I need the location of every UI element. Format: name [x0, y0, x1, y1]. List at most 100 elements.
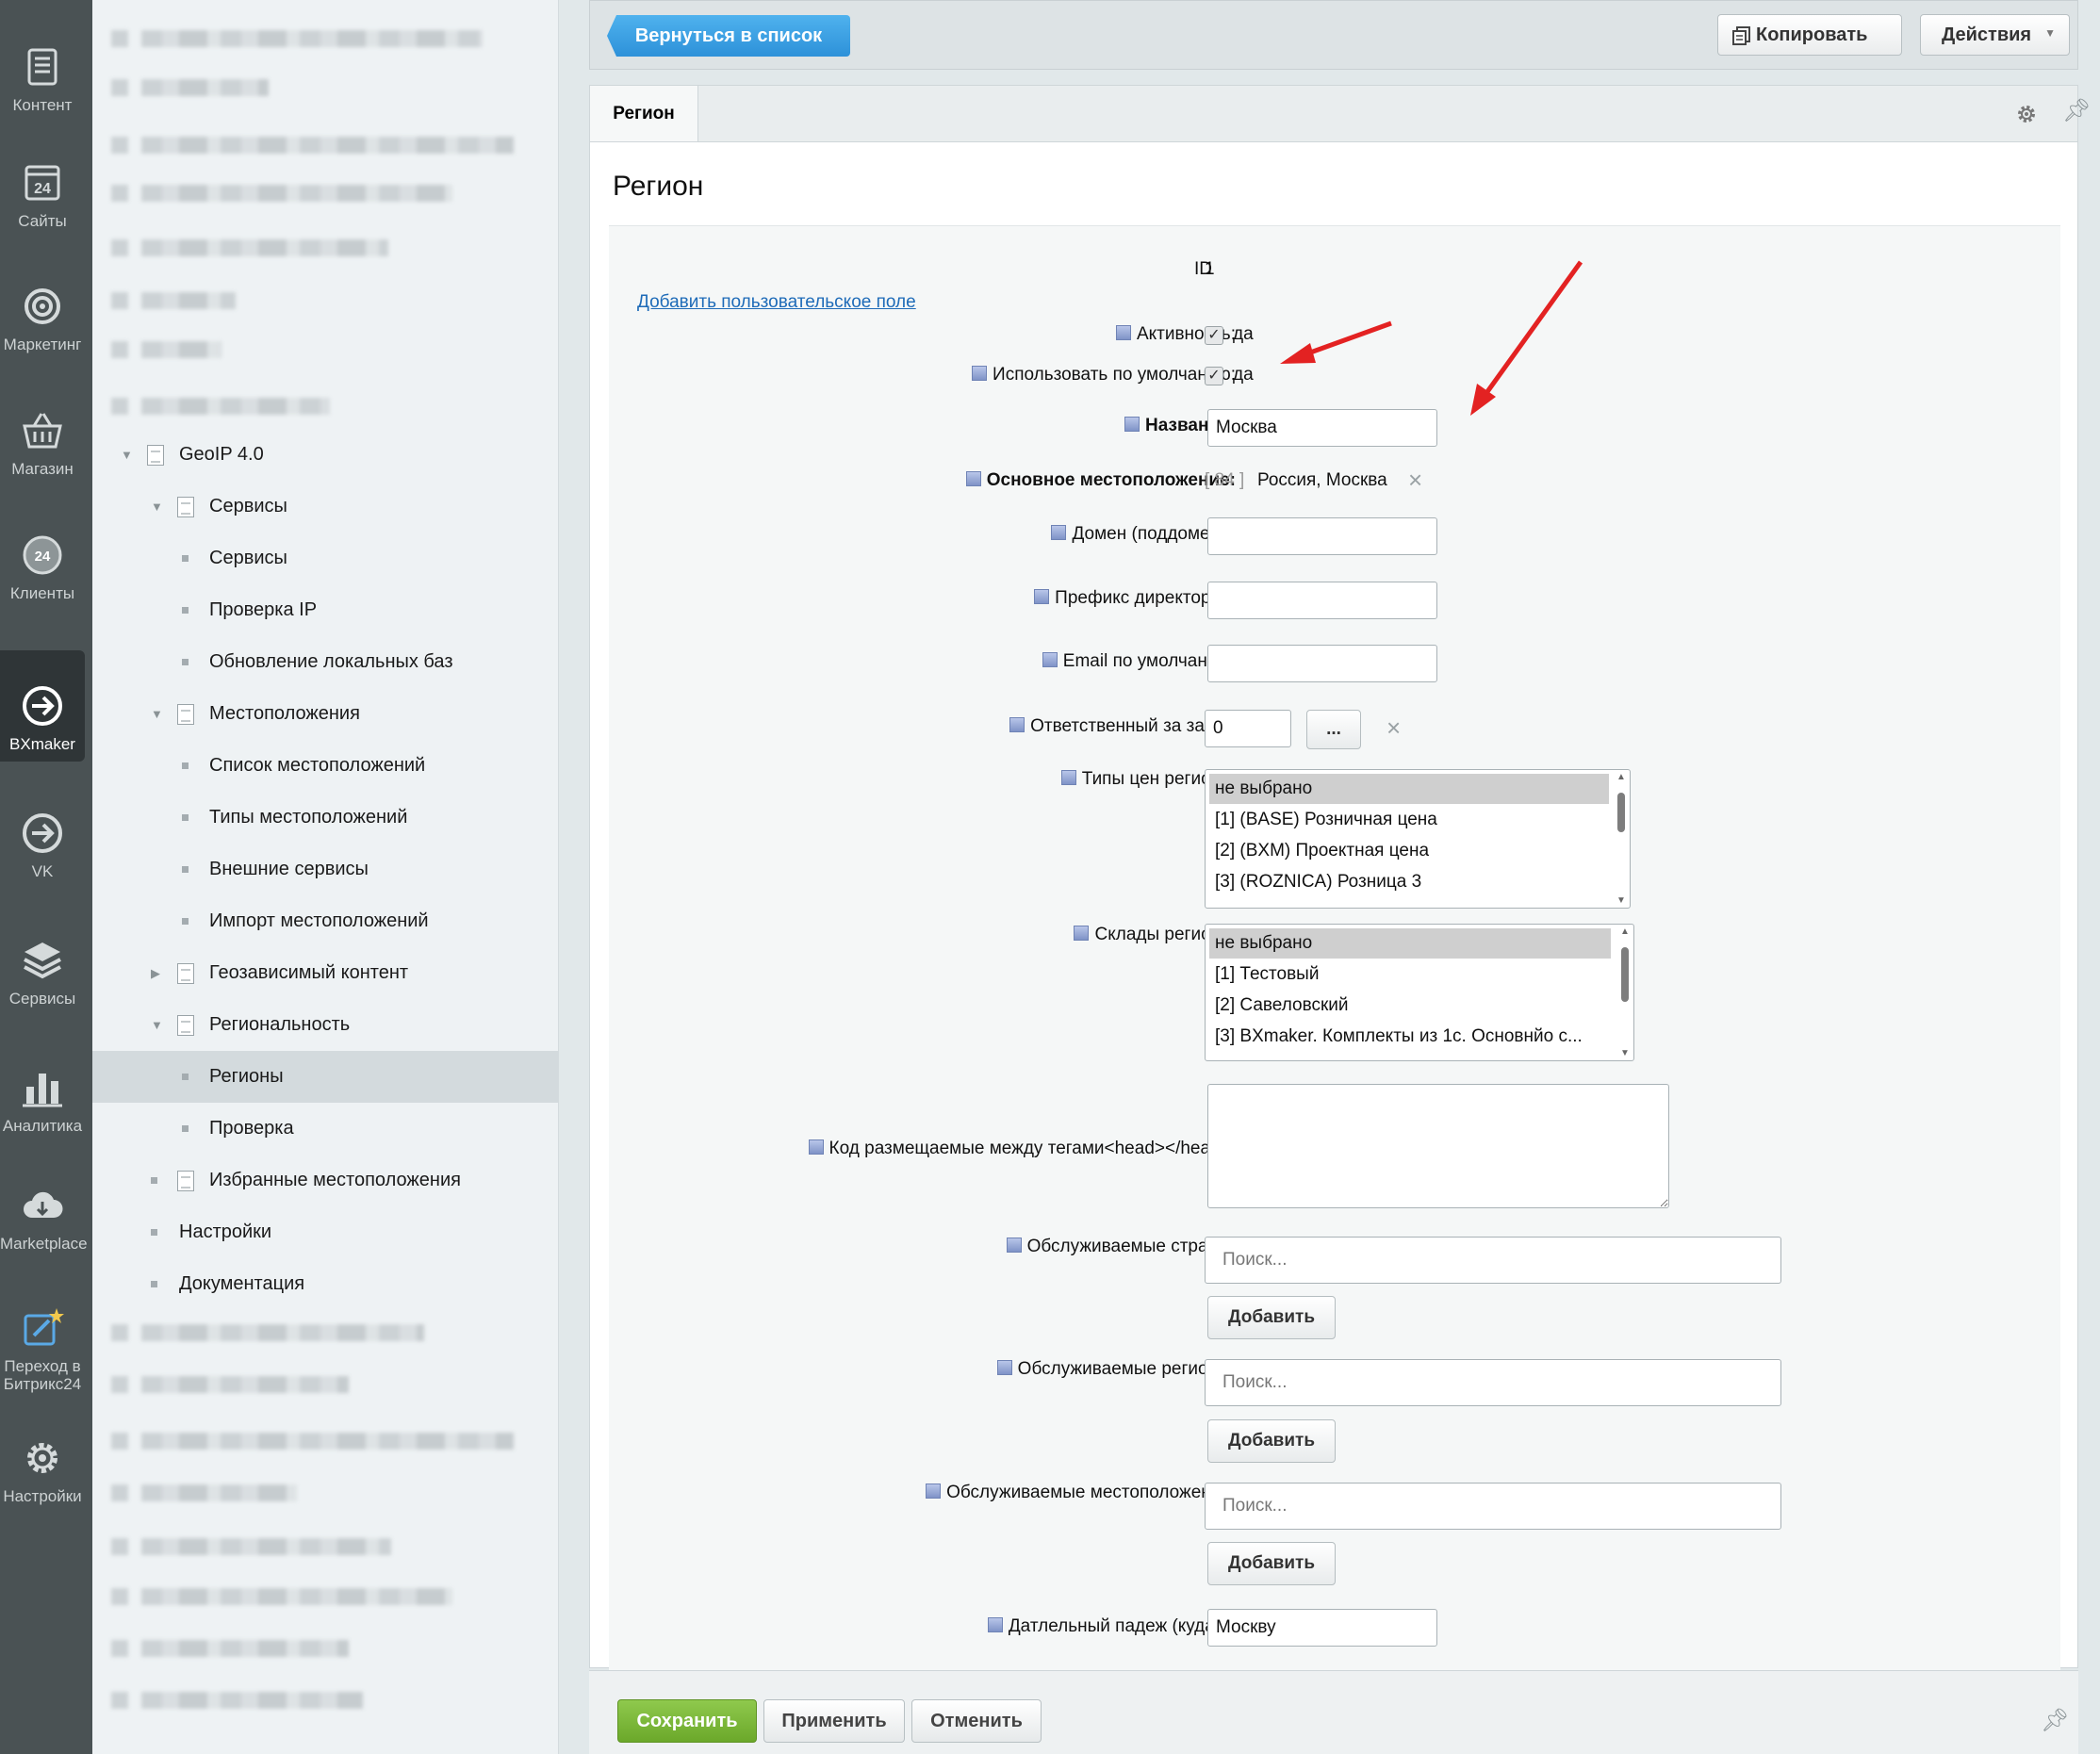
- responsible-input[interactable]: [1205, 710, 1291, 747]
- help-icon[interactable]: [965, 471, 981, 486]
- rail-item-clients[interactable]: 24 Клиенты: [0, 500, 85, 603]
- email-input[interactable]: [1207, 645, 1437, 682]
- rail-item-bitrix24[interactable]: Переход в Битрикс24: [0, 1272, 85, 1395]
- rail-item-vk[interactable]: VK: [0, 778, 85, 881]
- locations-search-input[interactable]: [1205, 1483, 1781, 1530]
- add-user-field-link[interactable]: Добавить пользовательское поле: [637, 292, 916, 313]
- pin-icon[interactable]: 📌︎: [2062, 97, 2091, 124]
- dative-input[interactable]: [1207, 1609, 1437, 1647]
- add-location-button[interactable]: Добавить: [1207, 1542, 1336, 1585]
- select-option[interactable]: [1] (BASE) Розничная цена: [1209, 805, 1437, 835]
- tree-item-regionality[interactable]: ▼ Региональность: [92, 999, 558, 1051]
- tree-item-regions[interactable]: Регионы: [92, 1051, 558, 1103]
- tree-item-favorite-locations[interactable]: Избранные местоположения: [92, 1155, 558, 1206]
- rail-item-sites[interactable]: 24 Сайты: [0, 127, 85, 231]
- help-icon[interactable]: [987, 1617, 1003, 1632]
- rail-item-shop[interactable]: Магазин: [0, 375, 85, 479]
- rail-item-marketplace[interactable]: Marketplace: [0, 1150, 88, 1254]
- select-option[interactable]: не выбрано: [1209, 928, 1611, 959]
- regions-search-input[interactable]: [1205, 1359, 1781, 1406]
- scrollbar[interactable]: ▲ ▼: [1615, 772, 1628, 906]
- rail-item-marketing[interactable]: Маркетинг: [0, 251, 85, 354]
- tab-region[interactable]: Регион: [590, 86, 698, 141]
- expand-arrow-icon[interactable]: ▼: [151, 500, 163, 514]
- blurred-content: [111, 1376, 128, 1393]
- scroll-up-icon[interactable]: ▲: [1616, 772, 1626, 782]
- select-option[interactable]: [1] Тестовый: [1209, 959, 1319, 990]
- gear-icon[interactable]: [2015, 103, 2038, 125]
- help-icon[interactable]: [1051, 525, 1067, 540]
- default-checkbox[interactable]: ✓: [1205, 367, 1223, 385]
- tree-item-location-types[interactable]: Типы местоположений: [92, 792, 558, 844]
- select-option[interactable]: [2] (BXM) Проектная цена: [1209, 836, 1429, 866]
- help-icon[interactable]: [1009, 717, 1025, 732]
- tree-item-services-folder[interactable]: ▼ Сервисы: [92, 481, 558, 533]
- cancel-button[interactable]: Отменить: [911, 1699, 1042, 1743]
- expand-arrow-icon[interactable]: ▼: [151, 707, 163, 721]
- clear-responsible-icon[interactable]: ×: [1386, 715, 1401, 740]
- rail-item-settings[interactable]: Настройки: [0, 1402, 85, 1506]
- help-icon[interactable]: [1006, 1238, 1022, 1253]
- tree-item-check-ip[interactable]: Проверка IP: [92, 584, 558, 636]
- rail-item-bxmaker[interactable]: BXmaker: [0, 650, 85, 762]
- add-country-button[interactable]: Добавить: [1207, 1296, 1336, 1339]
- tree-item-location-list[interactable]: Список местоположений: [92, 740, 558, 792]
- expand-arrow-icon[interactable]: ▼: [121, 448, 133, 462]
- collapse-arrow-icon[interactable]: ▶: [151, 966, 160, 981]
- tree-item-services[interactable]: Сервисы: [92, 533, 558, 584]
- rail-item-analytics[interactable]: Аналитика: [0, 1032, 85, 1136]
- scroll-up-icon[interactable]: ▲: [1620, 926, 1630, 937]
- remove-location-icon[interactable]: ×: [1408, 467, 1422, 492]
- choose-user-button[interactable]: ...: [1306, 710, 1361, 749]
- tree-item-geo-content[interactable]: ▶ Геозависимый контент: [92, 947, 558, 999]
- help-icon[interactable]: [1042, 652, 1058, 667]
- pin-icon[interactable]: 📌︎: [2041, 1707, 2069, 1734]
- expand-arrow-icon[interactable]: ▼: [151, 1018, 163, 1032]
- tree-item-import-locations[interactable]: Импорт местоположений: [92, 895, 558, 947]
- tree-item-docs[interactable]: Документация: [92, 1258, 558, 1310]
- apply-button[interactable]: Применить: [763, 1699, 905, 1743]
- save-button[interactable]: Сохранить: [617, 1699, 757, 1743]
- stores-select[interactable]: не выбрано [1] Тестовый [2] Савеловский …: [1205, 924, 1634, 1061]
- tree-item-update-bases[interactable]: Обновление локальных баз: [92, 636, 558, 688]
- help-icon[interactable]: [1115, 325, 1131, 340]
- help-icon[interactable]: [1074, 926, 1090, 941]
- tree-item-geoip[interactable]: ▼ GeoIP 4.0: [92, 429, 558, 481]
- name-input[interactable]: [1207, 409, 1437, 447]
- select-option[interactable]: не выбрано: [1209, 774, 1609, 804]
- document-icon: [177, 1015, 194, 1036]
- tree-item-locations-folder[interactable]: ▼ Местоположения: [92, 688, 558, 740]
- select-option[interactable]: [3] (ROZNICA) Розница 3: [1209, 867, 1421, 897]
- scroll-down-icon[interactable]: ▼: [1620, 1048, 1630, 1058]
- countries-search-input[interactable]: [1205, 1237, 1781, 1284]
- active-checkbox[interactable]: ✓: [1205, 326, 1223, 345]
- help-icon[interactable]: [1034, 589, 1050, 604]
- scroll-thumb[interactable]: [1617, 793, 1625, 832]
- scrollbar[interactable]: ▲ ▼: [1618, 926, 1632, 1058]
- add-region-button[interactable]: Добавить: [1207, 1419, 1336, 1463]
- rail-item-services[interactable]: Сервисы: [0, 905, 85, 1008]
- domain-input[interactable]: [1207, 517, 1437, 555]
- help-icon[interactable]: [808, 1139, 824, 1155]
- back-to-list-button[interactable]: Вернуться в список: [607, 15, 850, 57]
- scroll-down-icon[interactable]: ▼: [1616, 895, 1626, 906]
- price-types-select[interactable]: не выбрано [1] (BASE) Розничная цена [2]…: [1205, 769, 1631, 909]
- head-code-textarea[interactable]: [1207, 1084, 1669, 1208]
- tree-item-external-services[interactable]: Внешние сервисы: [92, 844, 558, 895]
- actions-button[interactable]: Действия ▼: [1920, 14, 2070, 56]
- rail-item-content[interactable]: Контент: [0, 11, 85, 115]
- select-option[interactable]: [3] BXmaker. Комплекты из 1с. Основнйо с…: [1209, 1022, 1583, 1052]
- id-value: 1: [1205, 259, 1215, 279]
- tree-item-settings[interactable]: Настройки: [92, 1206, 558, 1258]
- help-icon[interactable]: [1124, 417, 1140, 432]
- tree-item-check[interactable]: Проверка: [92, 1103, 558, 1155]
- help-icon[interactable]: [926, 1484, 942, 1499]
- help-icon[interactable]: [1060, 770, 1076, 785]
- copy-button[interactable]: Копировать: [1717, 14, 1902, 56]
- help-icon[interactable]: [996, 1360, 1012, 1375]
- scroll-thumb[interactable]: [1621, 947, 1629, 1002]
- prefix-input[interactable]: [1207, 582, 1437, 619]
- help-icon[interactable]: [972, 366, 988, 381]
- select-option[interactable]: [2] Савеловский: [1209, 991, 1349, 1021]
- location-code: [ 84 ]: [1205, 470, 1245, 490]
